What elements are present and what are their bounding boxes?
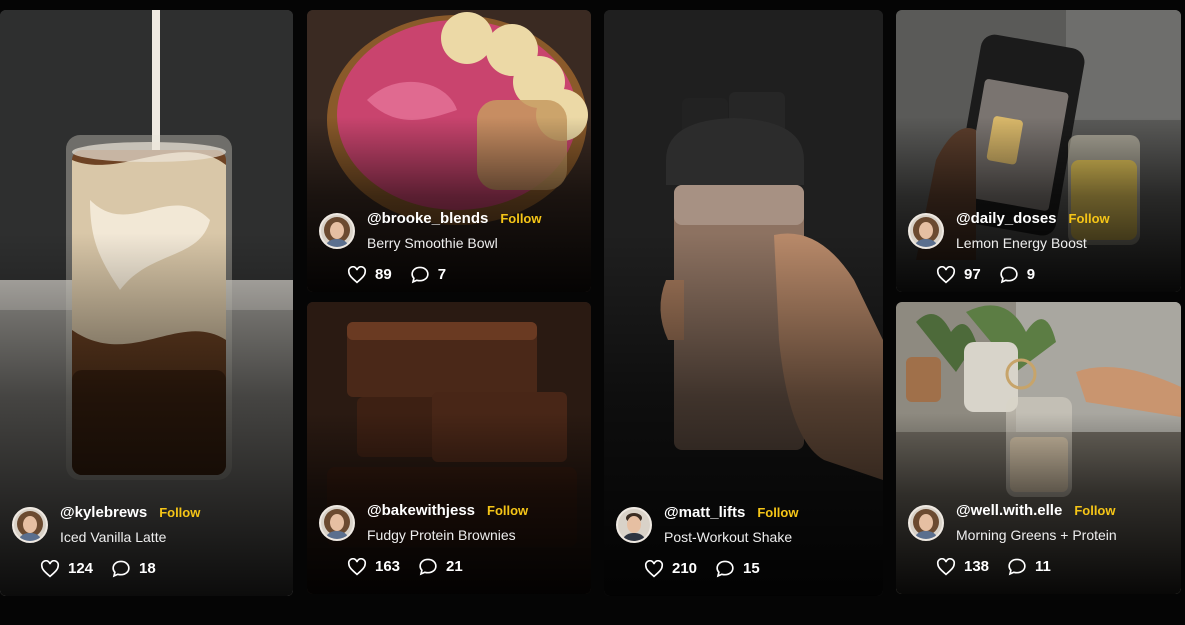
like-count: 210	[672, 560, 698, 577]
username[interactable]: @daily_doses	[956, 210, 1057, 227]
follow-button[interactable]: Follow	[159, 505, 200, 520]
comment-button[interactable]: 15	[715, 559, 760, 578]
user-avatar[interactable]	[908, 504, 944, 541]
user-avatar[interactable]	[908, 212, 944, 249]
comment-count: 21	[446, 558, 463, 575]
post-caption: Iced Vanilla Latte	[60, 529, 167, 545]
comment-icon	[411, 266, 429, 284]
comment-button[interactable]: 7	[410, 265, 446, 284]
like-button[interactable]: 210	[644, 559, 698, 578]
like-count: 124	[68, 560, 94, 577]
post-overlay: @bakewithjess Follow Fudgy Protein Brown…	[319, 502, 581, 576]
follow-button[interactable]: Follow	[487, 503, 528, 518]
heart-icon	[347, 265, 367, 283]
follow-button[interactable]: Follow	[500, 211, 541, 226]
post-caption: Post-Workout Shake	[664, 529, 793, 545]
heart-icon	[347, 557, 367, 575]
follow-button[interactable]: Follow	[757, 505, 798, 520]
user-avatar[interactable]	[319, 212, 355, 249]
comment-icon	[419, 558, 437, 576]
feed-card[interactable]: @matt_lifts Follow Post-Workout Shake 21…	[604, 10, 883, 596]
comment-count: 11	[1035, 558, 1051, 575]
comment-count: 18	[139, 560, 156, 577]
feed-card[interactable]: @well.with.elle Follow Morning Greens + …	[896, 302, 1181, 594]
follow-button[interactable]: Follow	[1069, 211, 1110, 226]
user-avatar[interactable]	[319, 504, 355, 541]
post-caption: Lemon Energy Boost	[956, 235, 1087, 251]
user-avatar[interactable]	[616, 506, 652, 543]
username[interactable]: @well.with.elle	[956, 502, 1062, 519]
like-button[interactable]: 89	[347, 265, 392, 284]
user-avatar[interactable]	[12, 506, 48, 543]
like-count: 97	[964, 266, 981, 283]
like-button[interactable]: 163	[347, 557, 401, 576]
heart-icon	[40, 559, 60, 577]
like-button[interactable]: 97	[936, 265, 981, 284]
comment-button[interactable]: 18	[111, 559, 156, 578]
post-caption: Fudgy Protein Brownies	[367, 527, 516, 543]
comment-button[interactable]: 21	[418, 557, 463, 576]
comment-icon	[1008, 558, 1026, 576]
post-overlay: @brooke_blends Follow Berry Smoothie Bow…	[319, 210, 581, 284]
like-count: 163	[375, 558, 401, 575]
post-caption: Berry Smoothie Bowl	[367, 235, 498, 251]
like-count: 138	[964, 558, 990, 575]
feed-card[interactable]: @brooke_blends Follow Berry Smoothie Bow…	[307, 10, 591, 292]
username[interactable]: @kylebrews	[60, 504, 147, 521]
feed-card[interactable]: @daily_doses Follow Lemon Energy Boost 9…	[896, 10, 1181, 292]
post-overlay: @matt_lifts Follow Post-Workout Shake 21…	[616, 504, 873, 578]
comment-button[interactable]: 9	[999, 265, 1035, 284]
post-overlay: @daily_doses Follow Lemon Energy Boost 9…	[908, 210, 1171, 284]
heart-icon	[936, 265, 956, 283]
comment-count: 9	[1026, 266, 1036, 283]
username[interactable]: @matt_lifts	[664, 504, 745, 521]
comment-icon	[716, 560, 734, 578]
comment-icon	[1000, 266, 1018, 284]
heart-icon	[644, 559, 664, 577]
feed-card[interactable]: @kylebrews Follow Iced Vanilla Latte 124…	[0, 10, 293, 596]
post-overlay: @kylebrews Follow Iced Vanilla Latte 124…	[12, 504, 283, 578]
comment-icon	[112, 560, 130, 578]
comment-count: 15	[743, 560, 760, 577]
comment-count: 7	[437, 266, 447, 283]
like-button[interactable]: 138	[936, 557, 990, 576]
follow-button[interactable]: Follow	[1074, 503, 1115, 518]
comment-button[interactable]: 11	[1007, 557, 1051, 576]
post-overlay: @well.with.elle Follow Morning Greens + …	[908, 502, 1171, 576]
heart-icon	[936, 557, 956, 575]
feed-card[interactable]: @bakewithjess Follow Fudgy Protein Brown…	[307, 302, 591, 594]
username[interactable]: @brooke_blends	[367, 210, 488, 227]
post-caption: Morning Greens + Protein	[956, 527, 1117, 543]
username[interactable]: @bakewithjess	[367, 502, 475, 519]
like-button[interactable]: 124	[40, 559, 94, 578]
like-count: 89	[375, 266, 392, 283]
